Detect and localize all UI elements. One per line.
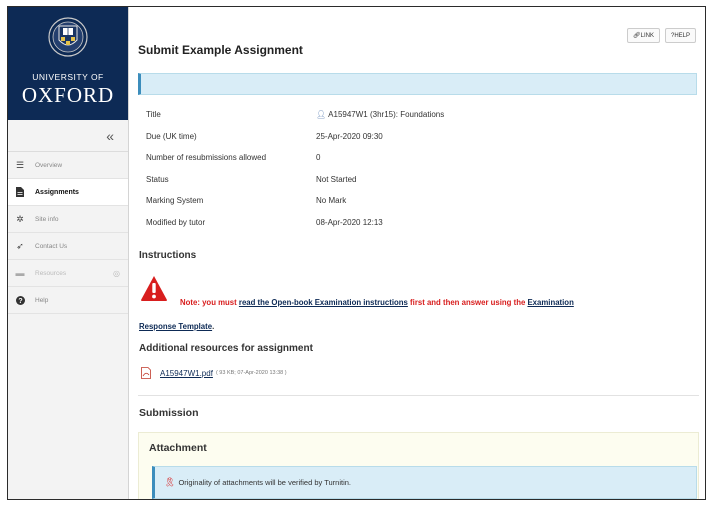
detail-value: 08-Apr-2020 12:13 bbox=[316, 217, 383, 227]
open-book-instructions-link[interactable]: read the Open-book Examination instructi… bbox=[239, 298, 408, 307]
oxford-text: OXFORD bbox=[21, 83, 115, 107]
sidebar-item-resources[interactable]: ▬ Resources ◎ bbox=[8, 260, 128, 287]
sidebar-item-assignments[interactable]: Assignments bbox=[8, 179, 128, 206]
sidebar-item-label: Contact Us bbox=[35, 242, 68, 250]
resource-file-link[interactable]: A15947W1.pdf bbox=[160, 369, 213, 378]
detail-key: Marking System bbox=[146, 196, 204, 205]
additional-resources-heading: Additional resources for assignment bbox=[139, 343, 313, 354]
detail-row: Number of resubmissions allowed 0 bbox=[146, 153, 444, 175]
detail-value: 25-Apr-2020 09:30 bbox=[316, 131, 383, 141]
instructions-note-continued: Response Template. bbox=[139, 322, 215, 331]
detail-key: Status bbox=[146, 174, 169, 184]
question-icon: ? bbox=[14, 294, 26, 306]
crest-icon bbox=[48, 17, 88, 57]
attachment-panel: Attachment 🎗︎ Originality of attachments… bbox=[138, 432, 699, 499]
double-chevron-left-icon: « bbox=[106, 127, 114, 144]
detail-row: Title 👤︎ A15947W1 (3hr15): Foundations bbox=[146, 110, 444, 132]
detail-key: Number of resubmissions allowed bbox=[146, 153, 267, 162]
award-ribbon-icon: 🎗︎ bbox=[164, 477, 176, 487]
send-icon: ➶ bbox=[16, 240, 24, 251]
turnitin-notice: 🎗︎ Originality of attachments will be ve… bbox=[152, 466, 697, 499]
resource-file-meta: ( 93 KB; 07-Apr-2020 13:38 ) bbox=[215, 370, 287, 376]
main-content: Submit Example Assignment 🔗︎LINK ?HELP T… bbox=[129, 7, 705, 499]
link-button[interactable]: 🔗︎LINK bbox=[627, 28, 660, 43]
hidden-eye-icon: ◎ bbox=[113, 268, 120, 278]
detail-value: 👤︎ A15947W1 (3hr15): Foundations bbox=[316, 110, 445, 119]
detail-value: No Mark bbox=[316, 196, 347, 205]
sidebar-item-label: Resources bbox=[35, 269, 67, 277]
user-icon: 👤︎ bbox=[316, 110, 327, 119]
detail-row: Modified by tutor 08-Apr-2020 12:13 bbox=[146, 218, 444, 240]
sidebar-item-site-info[interactable]: ✲ Site info bbox=[8, 206, 128, 233]
resource-file: A15947W1.pdf ( 93 KB; 07-Apr-2020 13:38 … bbox=[141, 367, 287, 379]
university-logo[interactable]: UNIVERSITY OF OXFORD bbox=[8, 7, 128, 120]
folder-icon: ▬ bbox=[15, 268, 25, 278]
sidebar: UNIVERSITY OF OXFORD « ☰ Overview Assign… bbox=[8, 7, 129, 499]
sidebar-item-label: Overview bbox=[35, 161, 63, 169]
sidebar-item-label: Site info bbox=[35, 215, 59, 223]
detail-row: Due (UK time) 25-Apr-2020 09:30 bbox=[146, 132, 444, 154]
instructions-heading: Instructions bbox=[139, 250, 197, 261]
collapse-sidebar-button[interactable]: « bbox=[8, 120, 128, 152]
divider bbox=[138, 395, 699, 396]
sidebar-item-help[interactable]: ? Help bbox=[8, 287, 128, 314]
detail-row: Status Not Started bbox=[146, 175, 444, 197]
link-icon: 🔗︎ bbox=[633, 33, 641, 39]
detail-key: Modified by tutor bbox=[146, 217, 206, 227]
pdf-icon bbox=[141, 367, 151, 379]
detail-key: Due (UK time) bbox=[146, 131, 197, 141]
detail-value: 0 bbox=[316, 153, 321, 162]
sidebar-item-contact-us[interactable]: ➶ Contact Us bbox=[8, 233, 128, 260]
assignment-details: Title 👤︎ A15947W1 (3hr15): Foundations D… bbox=[146, 110, 444, 239]
page-frame: UNIVERSITY OF OXFORD « ☰ Overview Assign… bbox=[7, 6, 706, 500]
detail-key: Title bbox=[146, 110, 161, 119]
submission-heading: Submission bbox=[139, 407, 199, 419]
response-template-link[interactable]: Examination bbox=[527, 298, 573, 307]
page-title: Submit Example Assignment bbox=[138, 43, 303, 57]
sidebar-item-label: Help bbox=[35, 296, 49, 304]
gear-icon: ✲ bbox=[16, 213, 24, 224]
attachment-heading: Attachment bbox=[149, 442, 207, 454]
info-banner bbox=[138, 73, 697, 95]
sidebar-item-overview[interactable]: ☰ Overview bbox=[8, 152, 128, 179]
sidebar-item-label: Assignments bbox=[35, 188, 79, 196]
response-template-link-continued[interactable]: Response Template bbox=[139, 322, 212, 331]
detail-value: Not Started bbox=[316, 174, 357, 184]
document-icon bbox=[14, 186, 26, 198]
list-icon: ☰ bbox=[15, 159, 25, 170]
instructions-note: Note: you must read the Open-book Examin… bbox=[180, 298, 574, 307]
toolbar: 🔗︎LINK ?HELP bbox=[627, 28, 696, 43]
help-button[interactable]: ?HELP bbox=[664, 28, 696, 43]
university-of-text: UNIVERSITY OF bbox=[32, 72, 104, 82]
warning-icon bbox=[141, 276, 167, 301]
svg-text:?: ? bbox=[18, 298, 22, 305]
detail-row: Marking System No Mark bbox=[146, 196, 444, 218]
